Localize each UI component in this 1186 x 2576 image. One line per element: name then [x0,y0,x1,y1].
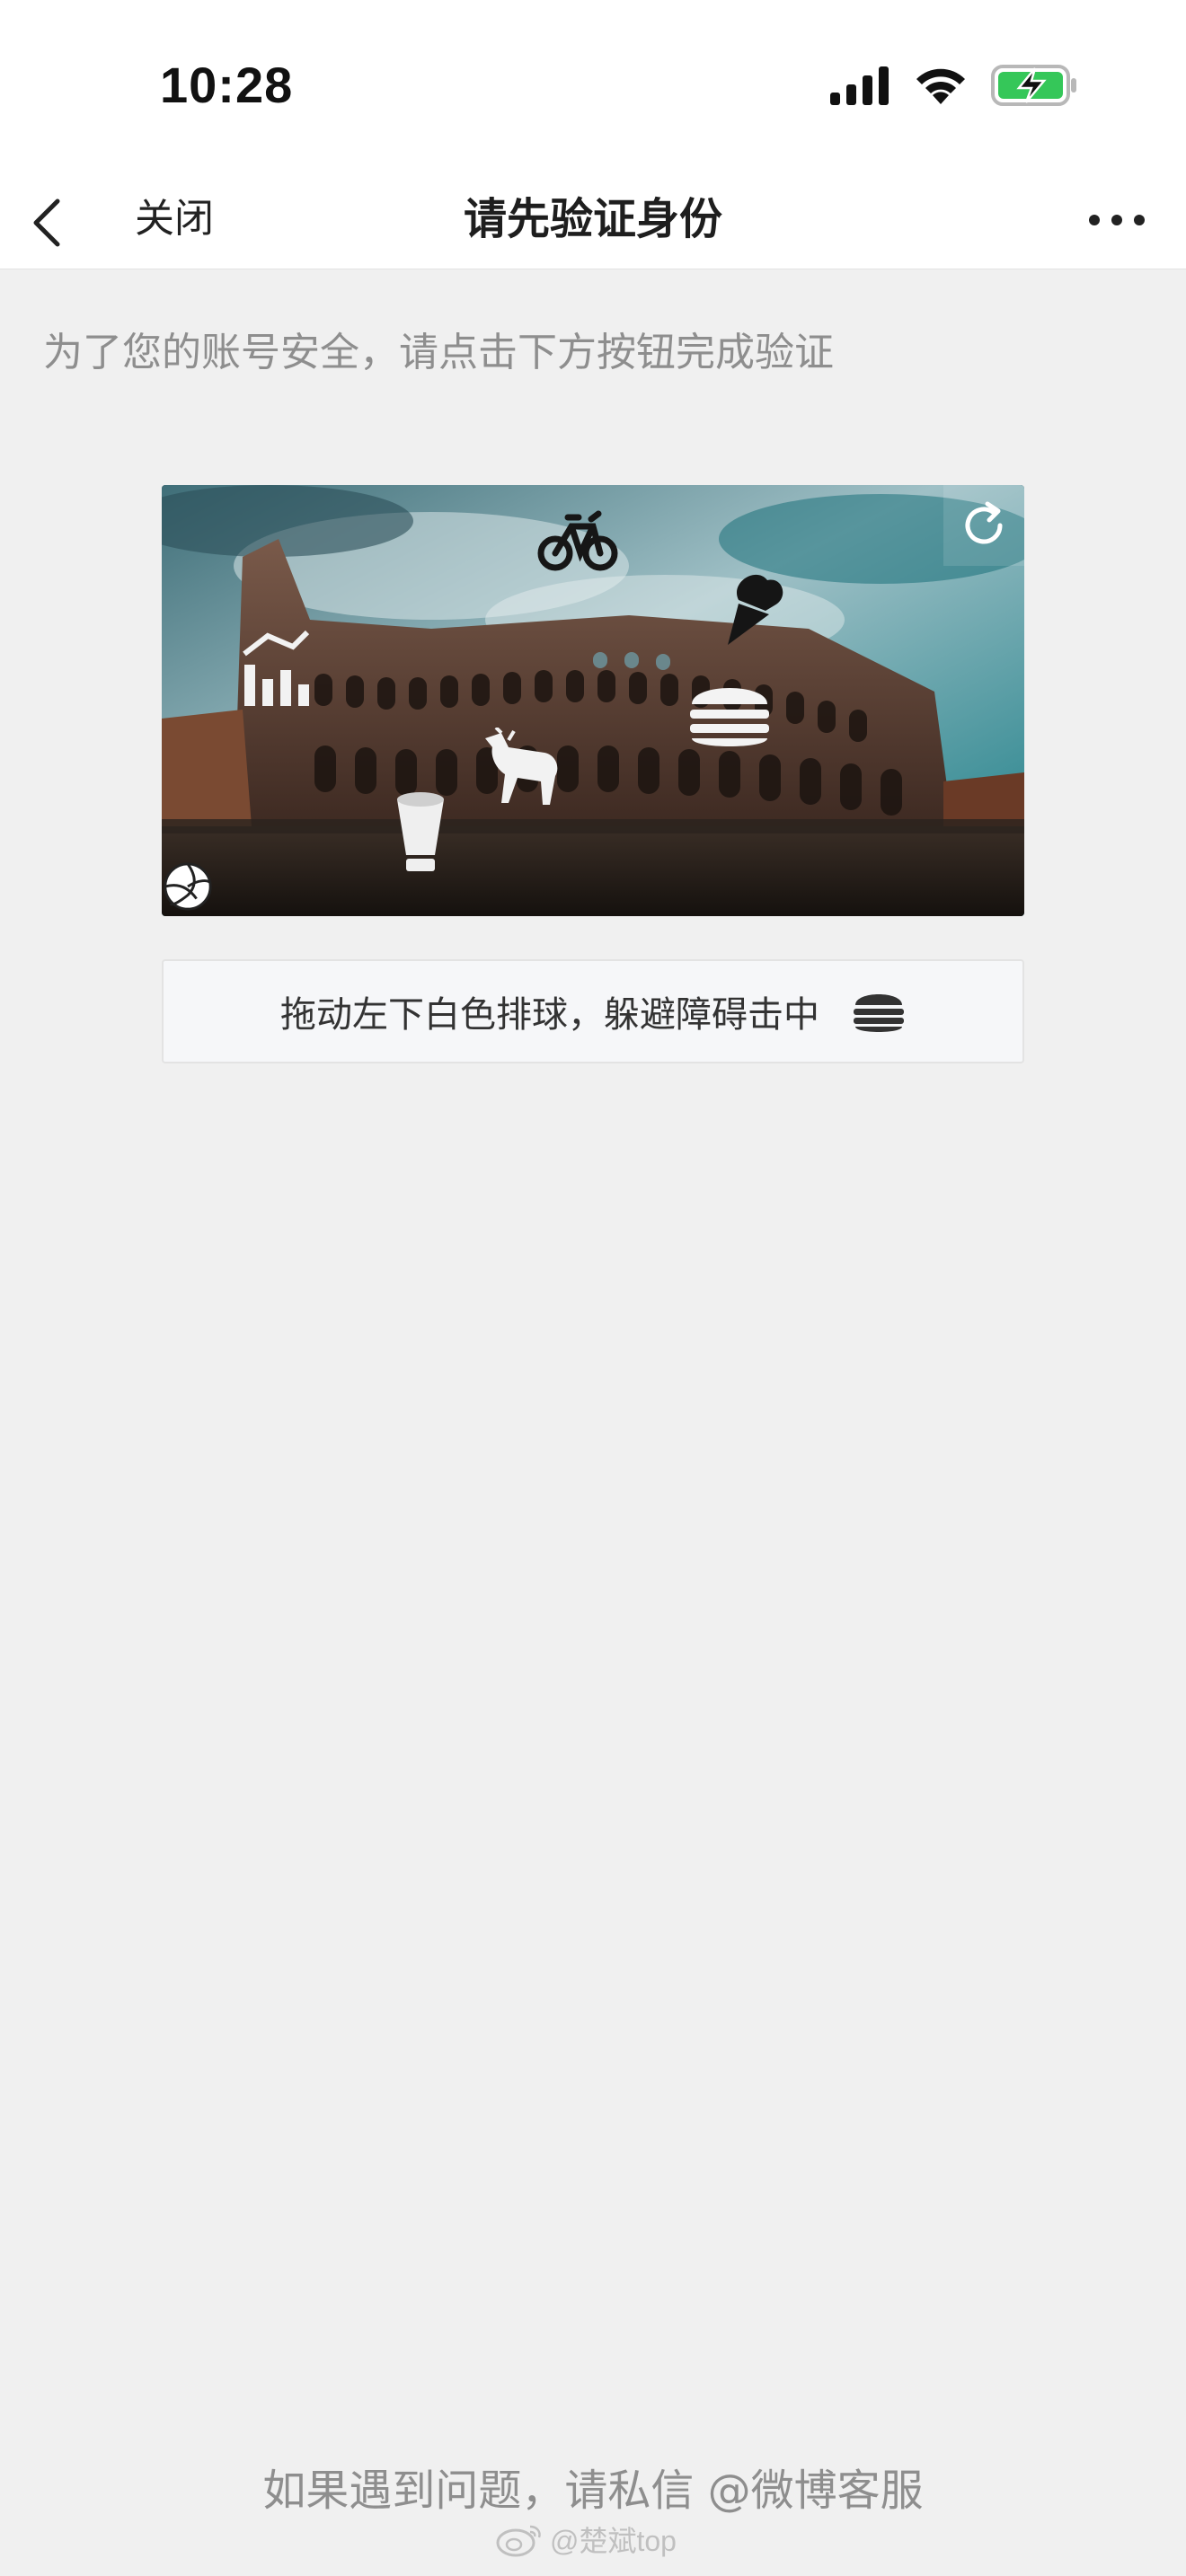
instruction-bar: 拖动左下白色排球，躲避障碍击中 [162,959,1024,1063]
verification-page: 10:28 关闭 请先验证身份 为了您的账号安全，请点击下方按钮完成验证 拖动左… [0,0,1186,2576]
refresh-icon [965,501,1003,544]
captcha-image [162,485,1024,916]
megaphone-icon [397,792,444,871]
watermark-text: @楚斌top [550,2525,677,2557]
refresh-button[interactable] [943,485,1024,566]
page-title: 请先验证身份 [463,194,722,244]
goat-icon [485,728,558,805]
instruction-text: 拖动左下白色排球，躲避障碍击中 [280,994,819,1036]
bar-chart-icon [243,630,310,706]
status-time: 10:28 [160,57,294,113]
wifi-icon [916,68,965,104]
watermark: @楚斌top [496,2519,677,2560]
security-hint: 为了您的账号安全，请点击下方按钮完成验证 [43,330,834,375]
status-icons [828,63,1080,108]
ice-cream-icon [728,574,783,645]
bicycle-icon [537,510,618,571]
burger-icon [854,994,904,1032]
more-dots-icon[interactable] [1085,207,1148,234]
footer-help-text[interactable]: 如果遇到问题，请私信 @微博客服 [0,2461,1186,2520]
nav-bar: 关闭 请先验证身份 [0,171,1186,269]
signal-icon [830,66,889,105]
burger-icon [690,688,769,746]
status-bar: 10:28 [0,0,1186,171]
battery-charging-icon [991,65,1076,106]
volleyball-icon[interactable] [162,860,214,913]
weibo-logo-icon [496,2525,541,2557]
